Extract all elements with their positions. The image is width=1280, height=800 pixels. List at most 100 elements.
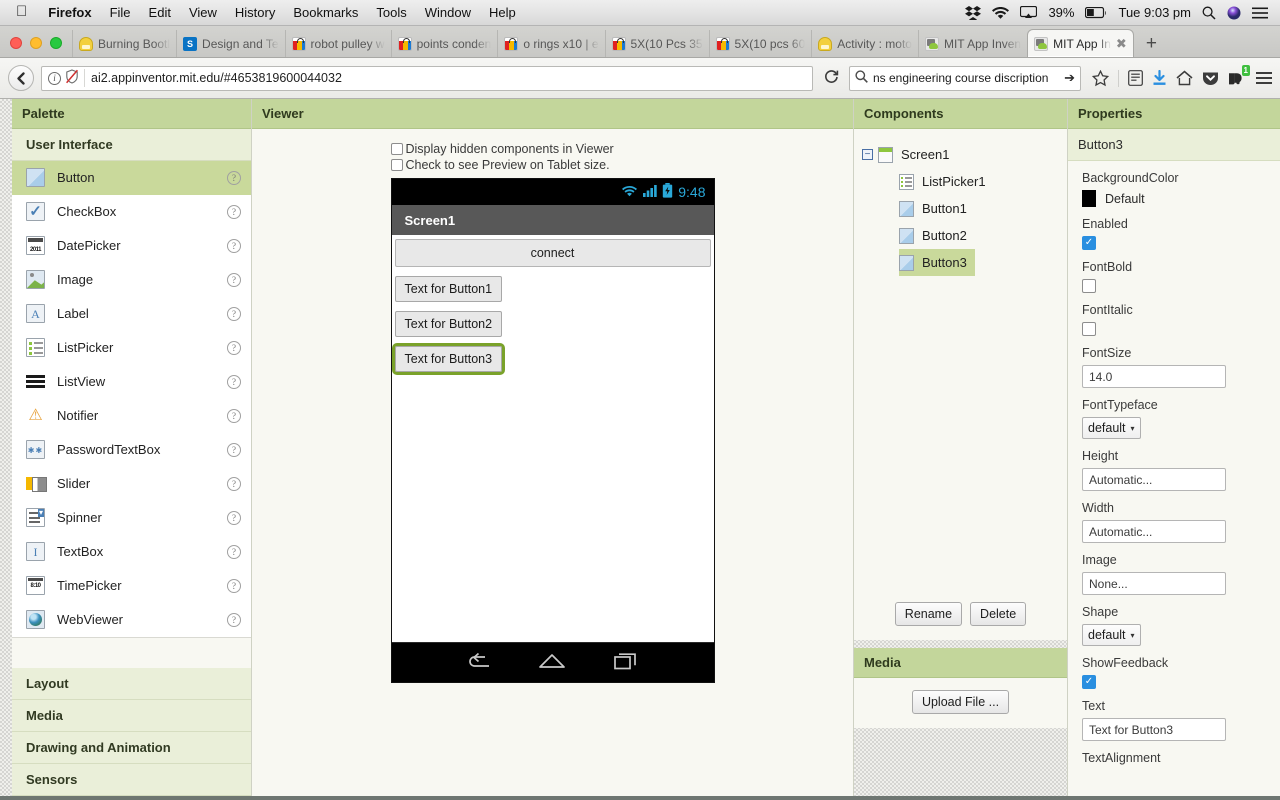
menu-item-file[interactable]: File bbox=[101, 0, 140, 26]
dropbox-extension-icon[interactable]: 1 bbox=[1228, 65, 1250, 86]
close-tab-icon[interactable]: ✖ bbox=[1116, 37, 1127, 50]
reader-list-icon[interactable] bbox=[1128, 70, 1143, 86]
property-text-input[interactable]: Text for Button3 bbox=[1082, 718, 1226, 741]
preview-button1[interactable]: Text for Button1 bbox=[394, 276, 503, 302]
spotlight-search-icon[interactable] bbox=[1202, 6, 1216, 20]
help-icon[interactable]: ? bbox=[227, 442, 241, 457]
menu-item-help[interactable]: Help bbox=[480, 0, 525, 26]
new-tab-button[interactable]: + bbox=[1134, 34, 1169, 57]
property-enabled-checkbox[interactable]: ✓ bbox=[1082, 236, 1096, 250]
menu-item-firefox[interactable]: Firefox bbox=[39, 0, 100, 26]
palette-section-drawing-and-animation[interactable]: Drawing and Animation bbox=[12, 732, 251, 764]
search-input[interactable]: ns engineering course discription bbox=[873, 71, 1059, 85]
palette-section-media[interactable]: Media bbox=[12, 700, 251, 732]
tree-item-screen1[interactable]: − Screen1 bbox=[862, 141, 1059, 168]
property-fontsize-input[interactable]: 14.0 bbox=[1082, 365, 1226, 388]
help-icon[interactable]: ? bbox=[227, 204, 241, 219]
property-image-input[interactable]: None... bbox=[1082, 572, 1226, 595]
tracking-protection-icon[interactable] bbox=[65, 69, 79, 87]
collapse-toggle-icon[interactable]: − bbox=[862, 149, 873, 160]
menu-item-edit[interactable]: Edit bbox=[140, 0, 180, 26]
palette-item-image[interactable]: Image ? bbox=[12, 263, 251, 297]
downloads-icon[interactable] bbox=[1152, 70, 1167, 86]
browser-tab[interactable]: Burning Bootl bbox=[72, 30, 176, 57]
help-icon[interactable]: ? bbox=[227, 374, 241, 389]
color-swatch[interactable] bbox=[1082, 190, 1096, 207]
tree-item-button3-selected[interactable]: Button3 bbox=[899, 249, 975, 276]
help-icon[interactable]: ? bbox=[227, 306, 241, 321]
search-bar[interactable]: ns engineering course discription ➔ bbox=[849, 65, 1081, 91]
palette-item-notifier[interactable]: Notifier ? bbox=[12, 399, 251, 433]
browser-tab-active[interactable]: MIT App In ✖ bbox=[1027, 29, 1134, 57]
display-hidden-components-checkbox[interactable] bbox=[390, 143, 403, 155]
tablet-preview-checkbox-row[interactable]: Check to see Preview on Tablet size. bbox=[390, 157, 715, 173]
help-icon[interactable]: ? bbox=[227, 408, 241, 423]
back-icon[interactable] bbox=[465, 652, 491, 673]
display-hidden-components-checkbox-row[interactable]: Display hidden components in Viewer bbox=[390, 141, 715, 157]
palette-section-user-interface[interactable]: User Interface bbox=[12, 129, 251, 161]
palette-item-spinner[interactable]: Spinner ? bbox=[12, 501, 251, 535]
home-icon[interactable] bbox=[1176, 70, 1193, 86]
property-shape-select[interactable]: default ▾ bbox=[1082, 624, 1141, 646]
maximize-window-button[interactable] bbox=[50, 37, 62, 49]
reload-button[interactable] bbox=[820, 69, 842, 87]
menu-item-view[interactable]: View bbox=[180, 0, 226, 26]
search-go-icon[interactable]: ➔ bbox=[1064, 70, 1075, 86]
property-fonttypeface-select[interactable]: default ▾ bbox=[1082, 417, 1141, 439]
help-icon[interactable]: ? bbox=[227, 476, 241, 491]
browser-tab[interactable]: o rings x10 | e bbox=[497, 30, 604, 57]
palette-item-passwordtextbox[interactable]: PasswordTextBox ? bbox=[12, 433, 251, 467]
help-icon[interactable]: ? bbox=[227, 510, 241, 525]
palette-item-checkbox[interactable]: CheckBox ? bbox=[12, 195, 251, 229]
palette-item-listview[interactable]: ListView ? bbox=[12, 365, 251, 399]
tree-item-listpicker1[interactable]: ListPicker1 bbox=[862, 168, 1059, 195]
palette-item-slider[interactable]: Slider ? bbox=[12, 467, 251, 501]
browser-tab[interactable]: 5X(10 Pcs 35 bbox=[604, 30, 709, 57]
help-icon[interactable]: ? bbox=[227, 612, 241, 627]
rename-button[interactable]: Rename bbox=[894, 602, 963, 626]
delete-button[interactable]: Delete bbox=[970, 602, 1027, 626]
palette-item-listpicker[interactable]: ListPicker ? bbox=[12, 331, 251, 365]
recents-icon[interactable] bbox=[613, 652, 640, 673]
url-bar[interactable]: i ai2.appinventor.mit.edu/#4653819600044… bbox=[41, 65, 813, 91]
pocket-icon[interactable] bbox=[1202, 70, 1219, 86]
browser-tab[interactable]: S Design and Te bbox=[176, 30, 285, 57]
palette-item-textbox[interactable]: TextBox ? bbox=[12, 535, 251, 569]
menu-item-tools[interactable]: Tools bbox=[367, 0, 415, 26]
minimize-window-button[interactable] bbox=[30, 37, 42, 49]
hamburger-menu-icon[interactable] bbox=[1253, 72, 1272, 84]
upload-file-button[interactable]: Upload File ... bbox=[911, 690, 1010, 714]
dropbox-icon[interactable] bbox=[965, 5, 982, 20]
preview-button2[interactable]: Text for Button2 bbox=[394, 311, 503, 337]
menu-item-bookmarks[interactable]: Bookmarks bbox=[284, 0, 367, 26]
palette-item-webviewer[interactable]: WebViewer ? bbox=[12, 603, 251, 637]
wifi-icon[interactable] bbox=[992, 6, 1010, 19]
home-icon[interactable] bbox=[538, 652, 566, 673]
tree-item-button2[interactable]: Button2 bbox=[862, 222, 1059, 249]
palette-section-layout[interactable]: Layout bbox=[12, 668, 251, 700]
url-identity-box[interactable]: i bbox=[48, 69, 85, 87]
apple-logo-icon[interactable]:  bbox=[8, 4, 39, 21]
palette-item-timepicker[interactable]: TimePicker ? bbox=[12, 569, 251, 603]
palette-item-button[interactable]: Button ? bbox=[12, 161, 251, 195]
back-button[interactable] bbox=[8, 65, 34, 91]
menu-item-window[interactable]: Window bbox=[416, 0, 480, 26]
property-showfeedback-checkbox[interactable]: ✓ bbox=[1082, 675, 1096, 689]
help-icon[interactable]: ? bbox=[227, 272, 241, 287]
palette-item-datepicker[interactable]: DatePicker ? bbox=[12, 229, 251, 263]
help-icon[interactable]: ? bbox=[227, 544, 241, 559]
browser-tab[interactable]: MIT App Inven bbox=[917, 30, 1027, 57]
help-icon[interactable]: ? bbox=[227, 578, 241, 593]
close-window-button[interactable] bbox=[10, 37, 22, 49]
tablet-preview-checkbox[interactable] bbox=[390, 159, 403, 171]
page-info-icon[interactable]: i bbox=[48, 71, 61, 85]
browser-tab[interactable]: 5X(10 pcs 60 bbox=[708, 30, 812, 57]
property-fontbold-checkbox[interactable] bbox=[1082, 279, 1096, 293]
property-fontitalic-checkbox[interactable] bbox=[1082, 322, 1096, 336]
siri-icon[interactable] bbox=[1227, 6, 1241, 20]
palette-section-sensors[interactable]: Sensors bbox=[12, 764, 251, 796]
menu-item-history[interactable]: History bbox=[226, 0, 284, 26]
palette-item-label[interactable]: Label ? bbox=[12, 297, 251, 331]
property-height-input[interactable]: Automatic... bbox=[1082, 468, 1226, 491]
browser-tab[interactable]: points conden bbox=[390, 30, 498, 57]
